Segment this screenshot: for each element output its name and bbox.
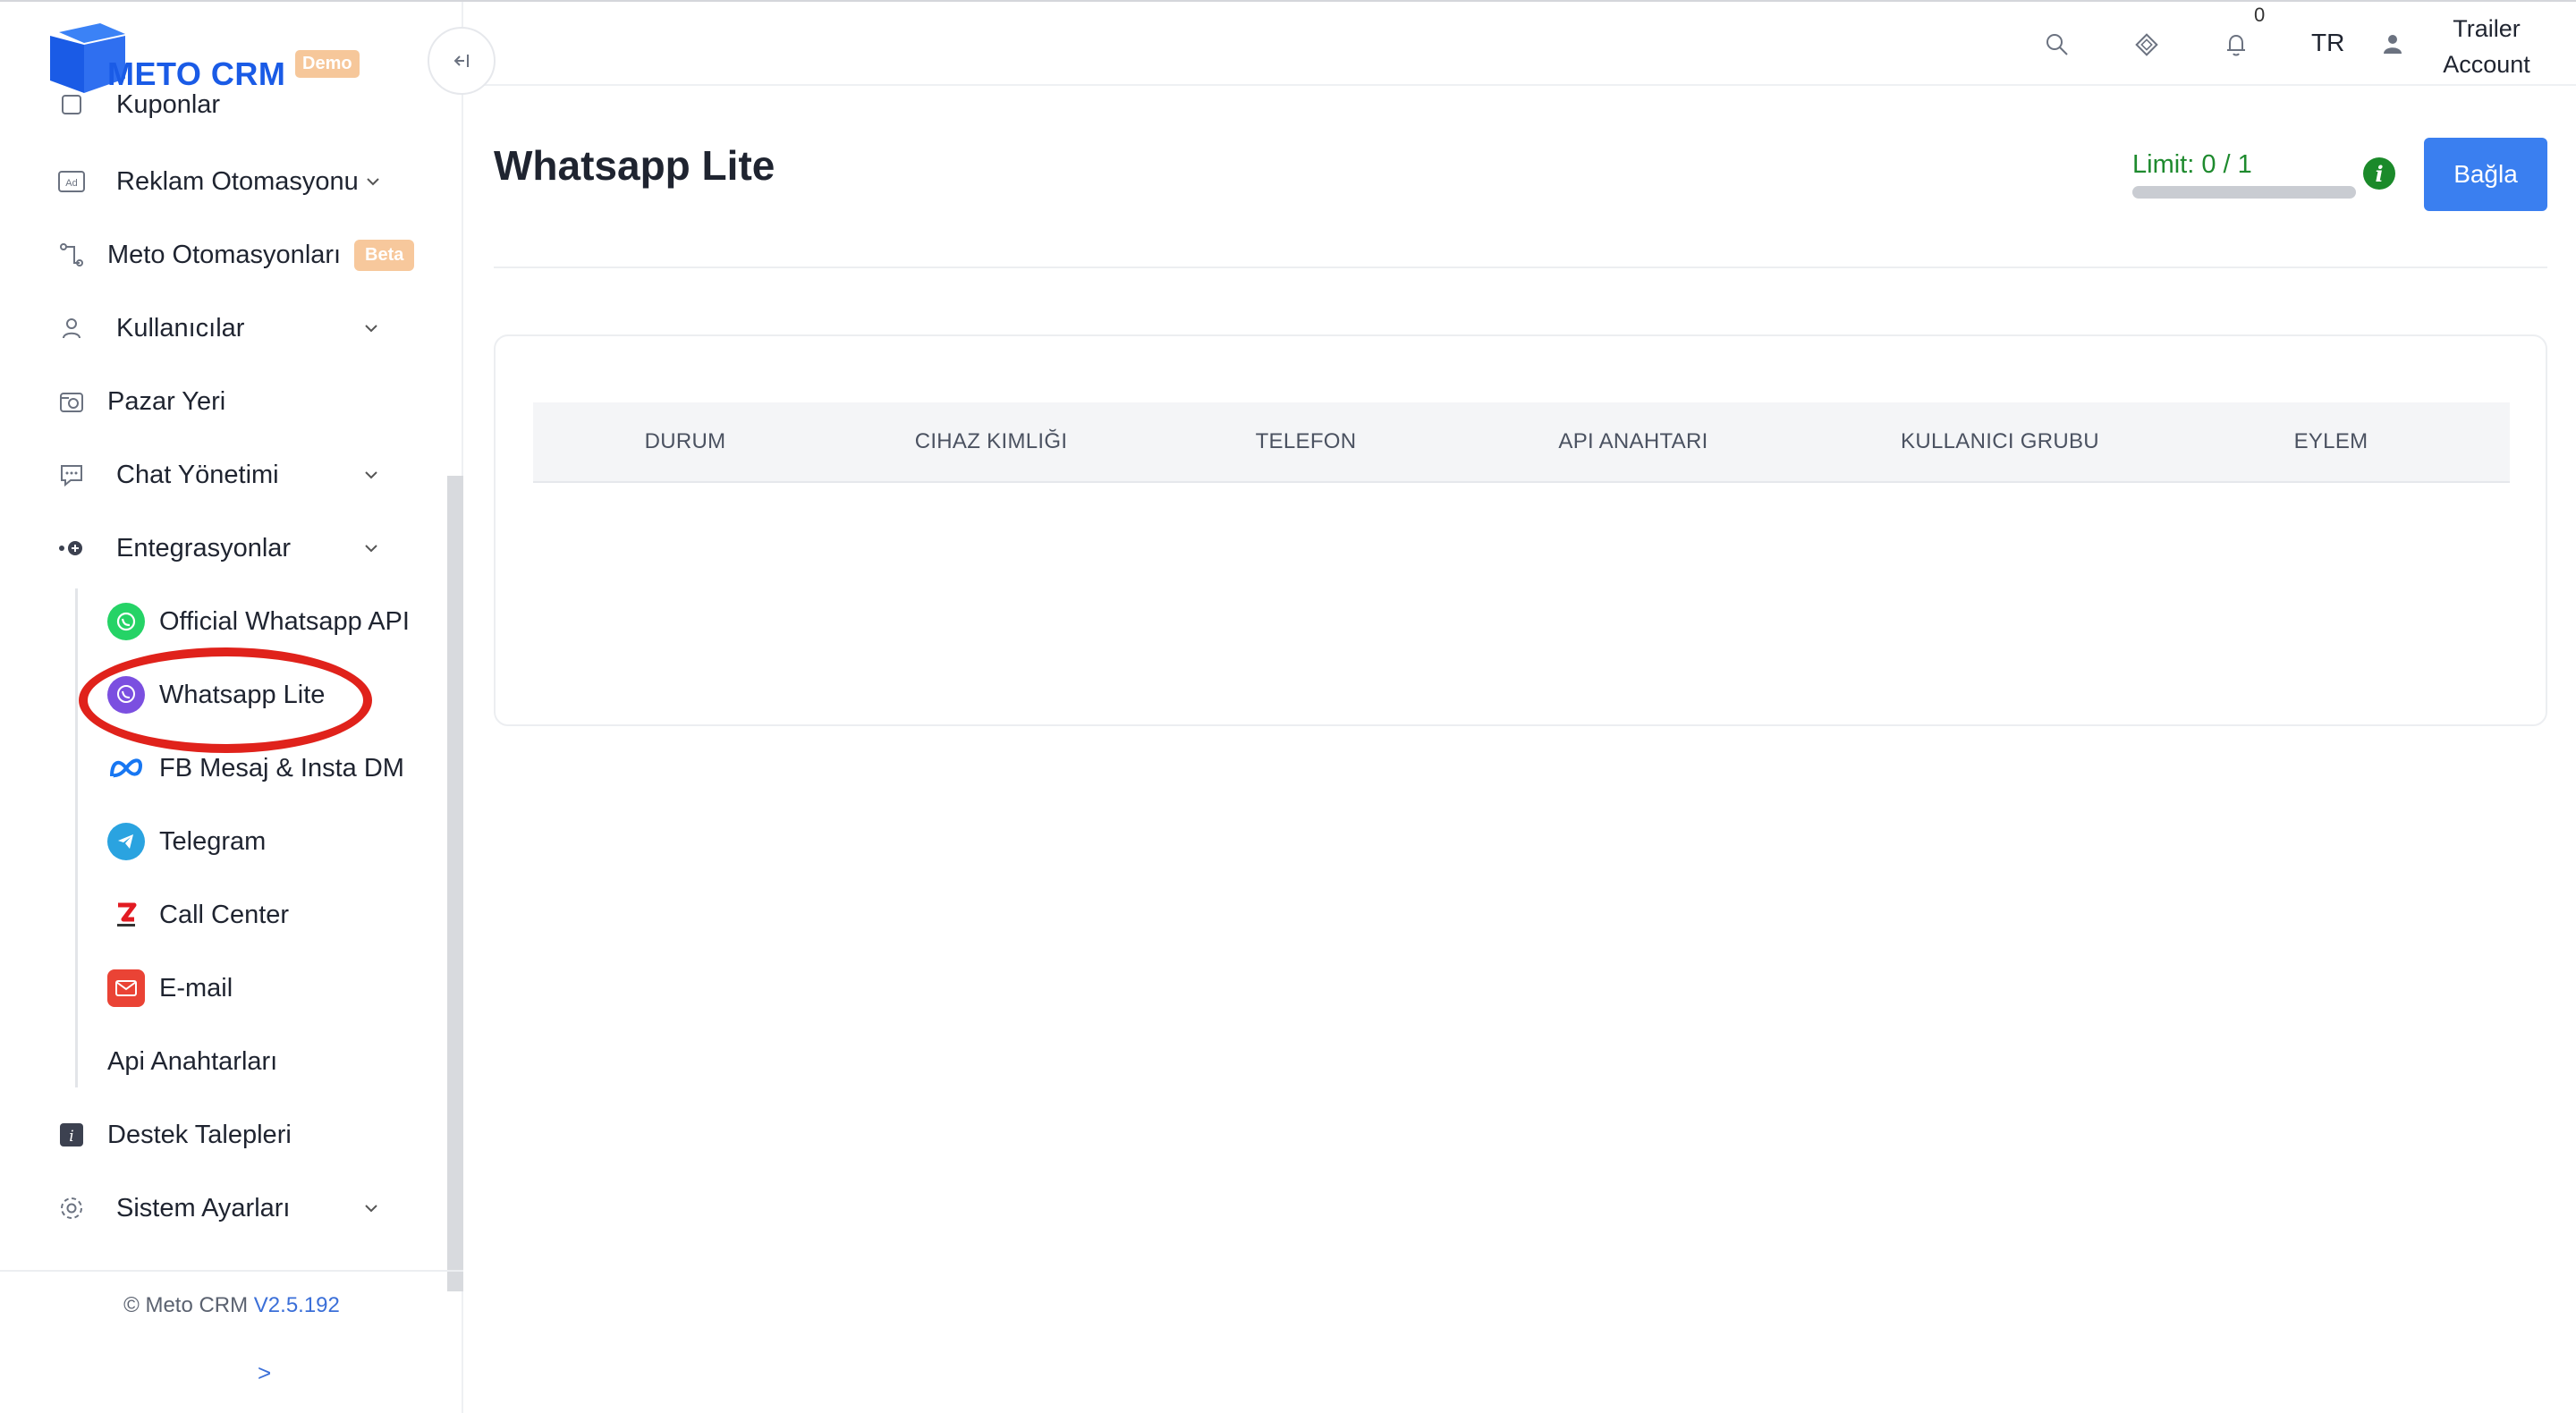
sidebar-item-label: E-mail	[159, 973, 233, 1003]
copyright-text: © Meto CRM	[123, 1293, 249, 1317]
column-header-eylem[interactable]: EYLEM	[2241, 429, 2420, 454]
sidebar-footer-divider	[0, 1270, 463, 1272]
expand-arrow-button[interactable]: >	[258, 1359, 271, 1387]
chevron-down-icon	[365, 545, 377, 553]
sidebar-item-label: Chat Yönetimi	[116, 460, 279, 489]
sidebar-item-label: Pazar Yeri	[107, 386, 226, 416]
integration-icon	[55, 532, 88, 564]
chevron-down-icon	[365, 1205, 377, 1213]
chat-icon	[55, 459, 88, 491]
sidebar-item-sistem-ayarlari[interactable]: Sistem Ayarları	[0, 1172, 447, 1245]
chevron-down-icon	[365, 325, 377, 333]
limit-label: Limit: 0 / 1	[2132, 150, 2252, 179]
info-icon[interactable]: i	[2363, 157, 2395, 190]
sidebar-item-label: Official Whatsapp API	[159, 606, 410, 636]
whatsapp-icon	[107, 603, 145, 640]
viber-icon	[107, 676, 145, 714]
sidebar-item-label: Kullanıcılar	[116, 313, 245, 343]
sidebar-item-label: Meto Otomasyonları	[107, 240, 342, 269]
column-header-kullanici-grubu[interactable]: KULLANICI GRUBU	[1866, 429, 2134, 454]
sidebar-item-label: Telegram	[159, 826, 267, 856]
sidebar-item-meto-otomasyonlari[interactable]: Meto Otomasyonları Beta	[0, 218, 447, 292]
column-header-telefon[interactable]: TELEFON	[1216, 429, 1395, 454]
ad-icon: Ad	[55, 165, 88, 198]
title-divider	[494, 267, 2547, 268]
sidebar-item-label: Reklam Otomasyonu	[116, 166, 359, 196]
sidebar-menu: Kuponlar Ad Reklam Otomasyonu Meto Otoma…	[0, 88, 447, 1268]
collapse-sidebar-button[interactable]	[428, 27, 496, 95]
connect-button[interactable]: Bağla	[2424, 138, 2547, 211]
beta-badge: Beta	[354, 239, 415, 271]
svg-text:Ad: Ad	[65, 178, 77, 189]
search-icon[interactable]	[2039, 27, 2075, 63]
sidebar-item-label: Whatsapp Lite	[159, 680, 326, 709]
sidebar-item-label: Entegrasyonlar	[116, 533, 292, 563]
sidebar-item-label: Api Anahtarları	[107, 1046, 278, 1076]
sidebar-item-kuponlar[interactable]: Kuponlar	[0, 88, 447, 141]
sidebar-item-label: Call Center	[159, 900, 290, 929]
user-icon	[2384, 35, 2402, 54]
notification-count: 0	[2254, 4, 2266, 26]
sidebar-item-label: Sistem Ayarları	[116, 1193, 291, 1223]
limit-progress-bar	[2132, 186, 2356, 199]
user-icon	[55, 312, 88, 344]
marketplace-icon	[55, 385, 88, 418]
chevron-down-icon	[365, 471, 377, 479]
diamond-icon[interactable]	[2129, 27, 2165, 63]
telegram-icon	[107, 823, 145, 860]
svg-text:i: i	[69, 1128, 73, 1146]
page-title: Whatsapp Lite	[494, 142, 775, 189]
sidebar-item-label: Kuponlar	[116, 89, 221, 119]
column-header-cihaz-kimligi[interactable]: CIHAZ KIMLIĞI	[884, 429, 1098, 454]
brand-logo[interactable]: METO CRM Demo	[50, 23, 372, 95]
call-center-icon	[107, 896, 145, 934]
submenu-guide-line	[75, 588, 78, 1087]
sidebar-item-official-whatsapp-api[interactable]: Official Whatsapp API	[86, 585, 444, 658]
flow-icon	[55, 239, 88, 271]
sidebar-item-entegrasyonlar[interactable]: Entegrasyonlar	[0, 512, 447, 585]
bell-icon[interactable]	[2218, 27, 2254, 63]
sidebar-item-email[interactable]: E-mail	[86, 952, 444, 1025]
sidebar-item-label: FB Mesaj & Insta DM	[159, 753, 404, 783]
coupon-icon	[55, 89, 88, 121]
version-link[interactable]: V2.5.192	[254, 1293, 340, 1317]
sidebar-item-label: Destek Talepleri	[107, 1120, 292, 1149]
chevron-down-icon	[367, 178, 379, 186]
app-root: METO CRM Demo Kuponlar Ad Reklam Otomasy…	[0, 0, 2576, 1413]
sidebar-item-fb-mesaj-insta-dm[interactable]: FB Mesaj & Insta DM	[86, 732, 444, 805]
account-menu[interactable]: Trailer Account	[2415, 11, 2558, 82]
sidebar-item-whatsapp-lite[interactable]: Whatsapp Lite	[86, 658, 444, 732]
demo-badge: Demo	[295, 50, 360, 78]
sidebar-footer: © Meto CRM V2.5.192	[0, 1293, 463, 1318]
table-header-row: DURUM CIHAZ KIMLIĞI TELEFON API ANAHTARI…	[533, 402, 2510, 483]
sidebar-item-call-center[interactable]: Call Center	[86, 878, 444, 952]
sidebar-item-telegram[interactable]: Telegram	[86, 805, 444, 878]
sidebar-item-pazar-yeri[interactable]: Pazar Yeri	[0, 365, 447, 438]
column-header-api-anahtari[interactable]: API ANAHTARI	[1517, 429, 1750, 454]
collapse-arrow-icon	[453, 55, 469, 67]
meta-icon	[107, 749, 145, 787]
email-icon	[107, 969, 145, 1007]
language-selector[interactable]: TR	[2311, 29, 2344, 57]
sidebar-item-destek-talepleri[interactable]: i Destek Talepleri	[0, 1098, 447, 1172]
gear-icon	[55, 1192, 88, 1224]
sidebar-scrollbar[interactable]	[447, 476, 463, 1291]
devices-table-card: DURUM CIHAZ KIMLIĞI TELEFON API ANAHTARI…	[494, 334, 2547, 726]
top-header: 0 TR Trailer Account	[465, 2, 2576, 86]
info-icon: i	[55, 1119, 88, 1151]
sidebar: METO CRM Demo Kuponlar Ad Reklam Otomasy…	[0, 2, 463, 1413]
sidebar-item-api-anahtarlari[interactable]: Api Anahtarları	[0, 1025, 447, 1098]
sidebar-item-chat-yonetimi[interactable]: Chat Yönetimi	[0, 438, 447, 512]
sidebar-item-reklam-otomasyonu[interactable]: Ad Reklam Otomasyonu	[0, 145, 447, 218]
column-header-durum[interactable]: DURUM	[596, 429, 775, 454]
sidebar-item-kullanicilar[interactable]: Kullanıcılar	[0, 292, 447, 365]
